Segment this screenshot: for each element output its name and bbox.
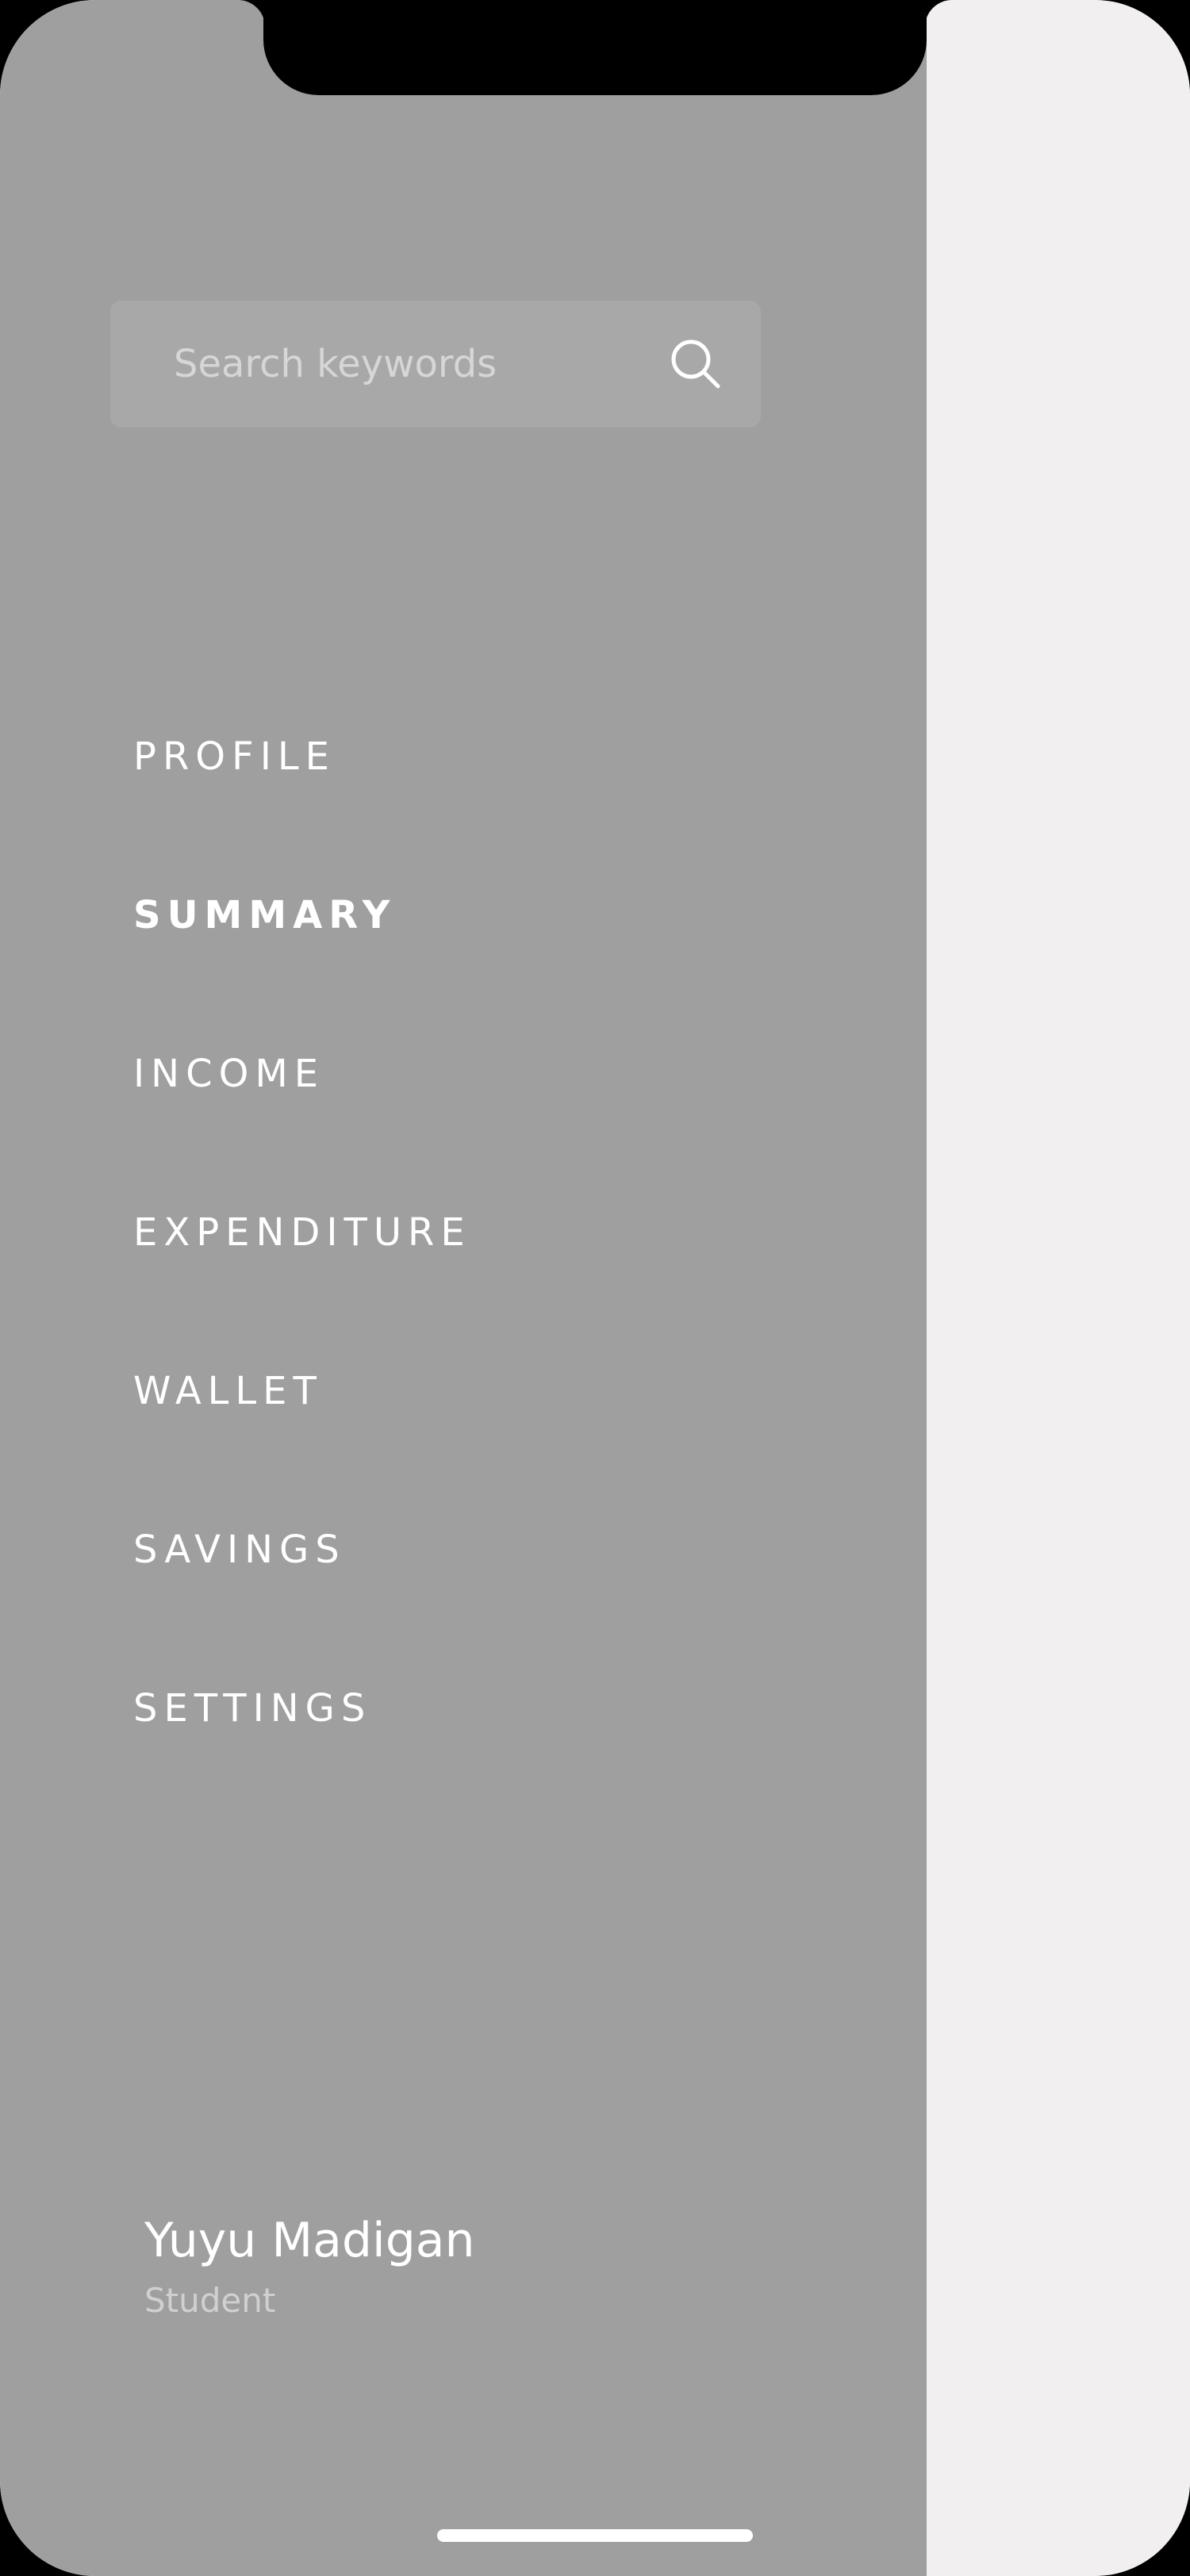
menu-item-profile[interactable]: PROFILE (133, 717, 768, 876)
menu-item-summary[interactable]: SUMMARY (133, 876, 768, 1034)
menu-item-settings[interactable]: SETTINGS (133, 1669, 768, 1827)
menu-item-income[interactable]: INCOME (133, 1034, 768, 1193)
drawer-menu: PROFILE SUMMARY INCOME EXPENDITURE WALLE… (133, 717, 768, 1827)
user-role: Student (144, 2281, 276, 2320)
search-input[interactable] (174, 301, 618, 427)
menu-item-savings[interactable]: SAVINGS (133, 1510, 768, 1669)
notch-corner-right (925, 0, 952, 27)
main-content-peek[interactable] (927, 0, 1190, 2576)
home-indicator[interactable] (437, 2529, 753, 2542)
navigation-drawer: PROFILE SUMMARY INCOME EXPENDITURE WALLE… (0, 0, 927, 2576)
device-notch (263, 0, 927, 95)
menu-item-expenditure[interactable]: EXPENDITURE (133, 1193, 768, 1351)
user-name: Yuyu Madigan (144, 2213, 475, 2268)
search-bar[interactable] (110, 301, 761, 427)
search-icon[interactable] (666, 334, 726, 394)
menu-item-wallet[interactable]: WALLET (133, 1351, 768, 1510)
notch-corner-left (238, 0, 265, 27)
phone-screen: PROFILE SUMMARY INCOME EXPENDITURE WALLE… (0, 0, 1190, 2576)
